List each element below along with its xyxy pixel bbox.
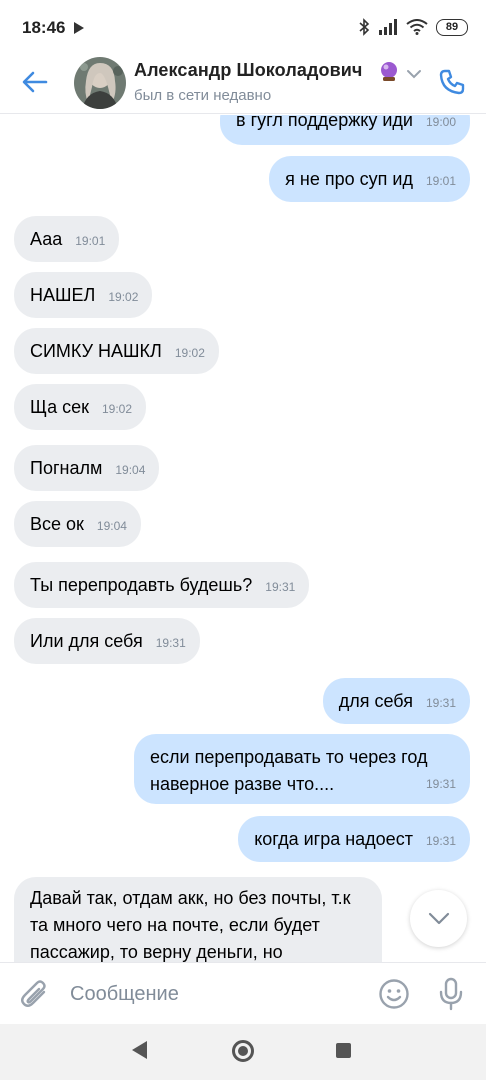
message-incoming[interactable]: Давай так, отдам акк, но без почты, т.к … bbox=[14, 877, 382, 962]
chevron-down-icon[interactable] bbox=[406, 66, 422, 84]
back-arrow-icon bbox=[22, 71, 48, 93]
nav-back-icon[interactable] bbox=[132, 1041, 147, 1059]
message-text: для себя bbox=[338, 691, 413, 711]
message-text: Все ок bbox=[30, 514, 84, 534]
nav-recents-icon[interactable] bbox=[336, 1043, 351, 1058]
message-incoming[interactable]: Ааа 19:01 bbox=[14, 216, 120, 262]
contact-name[interactable]: Александр Шоколадович bbox=[134, 60, 362, 81]
attach-button[interactable] bbox=[18, 977, 52, 1011]
back-button[interactable] bbox=[18, 65, 52, 99]
message-text: Давай так, отдам акк, но без почты, т.к … bbox=[30, 888, 351, 962]
message-time: 19:31 bbox=[425, 696, 456, 710]
play-icon bbox=[74, 22, 84, 34]
message-text: если перепродавать то через год наверное… bbox=[150, 747, 428, 794]
signal-icon bbox=[379, 19, 397, 35]
message-incoming[interactable]: Ты перепродавть будешь? 19:31 bbox=[14, 562, 310, 608]
message-time: 19:31 bbox=[425, 777, 456, 791]
microphone-icon bbox=[439, 977, 463, 1011]
message-time: 19:00 bbox=[425, 115, 456, 129]
message-time: 19:02 bbox=[108, 290, 139, 304]
message-text: Погналм bbox=[30, 458, 103, 478]
message-outgoing[interactable]: для себя 19:31 bbox=[322, 678, 470, 724]
message-text: когда игра надоест bbox=[254, 829, 413, 849]
message-input[interactable] bbox=[70, 977, 360, 1011]
message-time: 19:04 bbox=[96, 519, 127, 533]
emoji-button[interactable] bbox=[378, 978, 410, 1010]
avatar[interactable] bbox=[74, 57, 126, 109]
message-time: 19:01 bbox=[425, 174, 456, 188]
system-nav-bar bbox=[0, 1024, 486, 1080]
bluetooth-icon bbox=[359, 18, 370, 36]
battery-icon: 89 bbox=[436, 18, 468, 36]
message-text: Или для себя bbox=[30, 631, 143, 651]
message-time: 19:02 bbox=[102, 402, 133, 416]
status-bar: 18:46 89 bbox=[0, 0, 486, 56]
message-outgoing[interactable]: я не про суп ид 19:01 bbox=[269, 156, 470, 202]
message-time: 19:31 bbox=[425, 834, 456, 848]
message-time: 19:31 bbox=[265, 580, 296, 594]
smile-icon bbox=[379, 979, 409, 1009]
message-incoming[interactable]: Ща сек 19:02 bbox=[14, 384, 147, 430]
message-outgoing[interactable]: когда игра надоест 19:31 bbox=[238, 816, 470, 862]
nav-home-icon[interactable] bbox=[232, 1040, 254, 1062]
message-time: 19:31 bbox=[155, 636, 186, 650]
message-text: Ты перепродавть будешь? bbox=[30, 575, 253, 595]
contact-status: был в сети недавно bbox=[134, 87, 272, 104]
voice-button[interactable] bbox=[436, 976, 466, 1012]
message-text: НАШЕЛ bbox=[30, 285, 96, 305]
message-text: я не про суп ид bbox=[285, 169, 413, 189]
message-time: 19:01 bbox=[75, 234, 106, 248]
message-incoming[interactable]: НАШЕЛ 19:02 bbox=[14, 272, 153, 318]
chevron-down-icon bbox=[428, 912, 449, 924]
message-text: в гугл поддержку иди bbox=[236, 115, 413, 130]
call-button[interactable] bbox=[434, 64, 470, 100]
message-composer bbox=[0, 962, 486, 1024]
status-time: 18:46 bbox=[22, 18, 66, 37]
message-time: 19:02 bbox=[174, 346, 205, 360]
message-outgoing[interactable]: в гугл поддержку иди 19:00 bbox=[220, 115, 470, 145]
message-text: Ааа bbox=[30, 229, 63, 249]
paperclip-icon bbox=[21, 980, 46, 1007]
phone-icon bbox=[439, 69, 465, 95]
scroll-down-button[interactable] bbox=[410, 890, 467, 947]
wifi-icon bbox=[406, 19, 428, 35]
crystal-ball-emoji bbox=[378, 60, 400, 87]
message-outgoing[interactable]: если перепродавать то через год наверное… bbox=[134, 734, 470, 804]
message-incoming[interactable]: СИМКУ НАШКЛ 19:02 bbox=[14, 328, 219, 374]
message-incoming[interactable]: Все ок 19:04 bbox=[14, 501, 141, 547]
message-list[interactable]: в гугл поддержку иди 19:00 я не про суп … bbox=[0, 115, 486, 962]
message-incoming[interactable]: Погналм 19:04 bbox=[14, 445, 160, 491]
status-icons: 89 bbox=[358, 17, 468, 37]
message-text: Ща сек bbox=[30, 397, 89, 417]
chat-header: Александр Шоколадович был в сети недавно bbox=[0, 50, 486, 114]
message-incoming[interactable]: Или для себя 19:31 bbox=[14, 618, 200, 664]
message-text: СИМКУ НАШКЛ bbox=[30, 341, 162, 361]
message-time: 19:04 bbox=[115, 463, 146, 477]
